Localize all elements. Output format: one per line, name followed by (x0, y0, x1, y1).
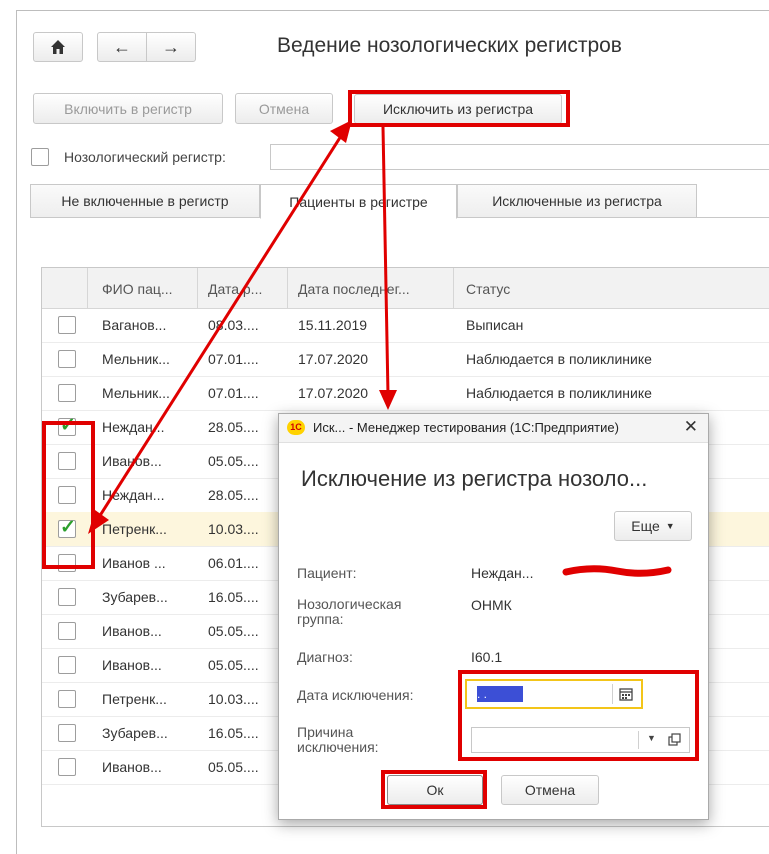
close-icon[interactable]: ✕ (684, 417, 698, 437)
tabs-baseline (697, 217, 769, 218)
patient-value: Неждан... (471, 565, 534, 581)
cell-status: Выписан (466, 317, 524, 333)
register-filter-input[interactable] (270, 144, 769, 170)
cell-birth: 05.05.... (208, 657, 259, 673)
arrow-left-icon: ← (113, 36, 131, 57)
redacted-scribble (562, 565, 672, 577)
cell-name: Иванов... (102, 657, 162, 673)
dialog-titlebar: 1С Иск... - Менеджер тестирования (1С:Пр… (279, 414, 708, 443)
cell-name: Иванов ... (102, 555, 166, 571)
row-checkbox[interactable] (58, 622, 76, 640)
cell-name: Мельник... (102, 351, 170, 367)
cell-birth: 28.05.... (208, 487, 259, 503)
forward-button[interactable]: → (146, 32, 196, 62)
cell-name: Зубарев... (102, 725, 168, 741)
cell-birth: 16.05.... (208, 589, 259, 605)
cell-name: Зубарев... (102, 589, 168, 605)
cell-birth: 16.05.... (208, 725, 259, 741)
include-button[interactable]: Включить в регистр (33, 93, 223, 124)
row-checkbox[interactable] (58, 758, 76, 776)
more-button[interactable]: Еще ▼ (614, 511, 692, 541)
dialog-heading: Исключение из регистра нозоло... (301, 466, 648, 491)
row-checkbox[interactable] (58, 350, 76, 368)
cell-last: 17.07.2020 (298, 385, 369, 401)
row-checkbox[interactable] (58, 724, 76, 742)
cell-birth: 08.03.... (208, 317, 259, 333)
cell-name: Иванов... (102, 623, 162, 639)
table-row[interactable]: Мельник... 07.01.... 17.07.2020 Наблюдается… (42, 376, 769, 411)
diagnosis-label: Диагноз: (297, 649, 353, 665)
cell-name: Неждан... (102, 419, 165, 435)
row-checkbox[interactable] (58, 384, 76, 402)
column-header-last[interactable]: Дата последнег... (298, 281, 410, 297)
row-checkbox[interactable] (58, 690, 76, 708)
cell-last: 15.11.2019 (298, 317, 368, 333)
dialog-cancel-button[interactable]: Отмена (501, 775, 599, 805)
tab-excluded[interactable]: Исключенные из регистра (457, 184, 697, 218)
group-label: Нозологическая группа: (297, 596, 402, 627)
row-checkbox[interactable] (58, 588, 76, 606)
cell-name: Ваганов... (102, 317, 167, 333)
cell-name: Мельник... (102, 385, 170, 401)
diagnosis-value: I60.1 (471, 649, 503, 665)
cell-birth: 10.03.... (208, 691, 259, 707)
highlight-checkboxes (42, 421, 95, 569)
back-button[interactable]: ← (97, 32, 147, 62)
cell-name: Неждан... (102, 487, 165, 503)
cell-birth: 06.01.... (208, 555, 259, 571)
highlight-dialog-fields (458, 670, 699, 761)
tab-in-register[interactable]: Пациенты в регистре (260, 184, 457, 219)
register-filter-label: Нозологический регистр: (64, 149, 226, 165)
cell-name: Петренк... (102, 691, 167, 707)
row-checkbox[interactable] (58, 316, 76, 334)
cell-name: Петренк... (102, 521, 167, 537)
date-label: Дата исключения: (297, 687, 414, 703)
table-header: ФИО пац... Дата р... Дата последнег... С… (42, 268, 769, 309)
app-logo-icon: 1С (287, 420, 305, 435)
cell-birth: 07.01.... (208, 385, 259, 401)
cell-status: Наблюдается в поликлинике (466, 351, 652, 367)
patient-label: Пациент: (297, 565, 357, 581)
dialog-window-title: Иск... - Менеджер тестирования (1С:Предп… (313, 420, 619, 435)
column-header-name[interactable]: ФИО пац... (102, 281, 173, 297)
cell-status: Наблюдается в поликлинике (466, 385, 652, 401)
cancel-button[interactable]: Отмена (235, 93, 333, 124)
tab-not-included[interactable]: Не включенные в регистр (30, 184, 260, 218)
page-title: Ведение нозологических регистров (277, 34, 622, 57)
home-button[interactable] (33, 32, 83, 62)
row-checkbox[interactable] (58, 656, 76, 674)
cell-name: Иванов... (102, 453, 162, 469)
highlight-exclude-button (348, 90, 570, 127)
cell-birth: 05.05.... (208, 623, 259, 639)
arrow-right-icon: → (162, 36, 180, 57)
column-header-status[interactable]: Статус (466, 281, 510, 297)
cell-last: 17.07.2020 (298, 351, 369, 367)
register-filter-checkbox[interactable] (31, 148, 49, 166)
cell-birth: 28.05.... (208, 419, 259, 435)
cell-birth: 10.03.... (208, 521, 259, 537)
cell-name: Иванов... (102, 759, 162, 775)
column-header-birth[interactable]: Дата р... (208, 281, 262, 297)
reason-label: Причина исключения: (297, 724, 379, 755)
cell-birth: 05.05.... (208, 759, 259, 775)
home-icon (51, 40, 65, 54)
cell-birth: 05.05.... (208, 453, 259, 469)
group-value: ОНМК (471, 597, 512, 613)
table-row[interactable]: Ваганов... 08.03.... 15.11.2019 Выписан (42, 308, 769, 343)
cell-birth: 07.01.... (208, 351, 259, 367)
chevron-down-icon: ▼ (665, 521, 675, 531)
highlight-ok-button (381, 770, 487, 809)
table-row[interactable]: Мельник... 07.01.... 17.07.2020 Наблюдается… (42, 342, 769, 377)
